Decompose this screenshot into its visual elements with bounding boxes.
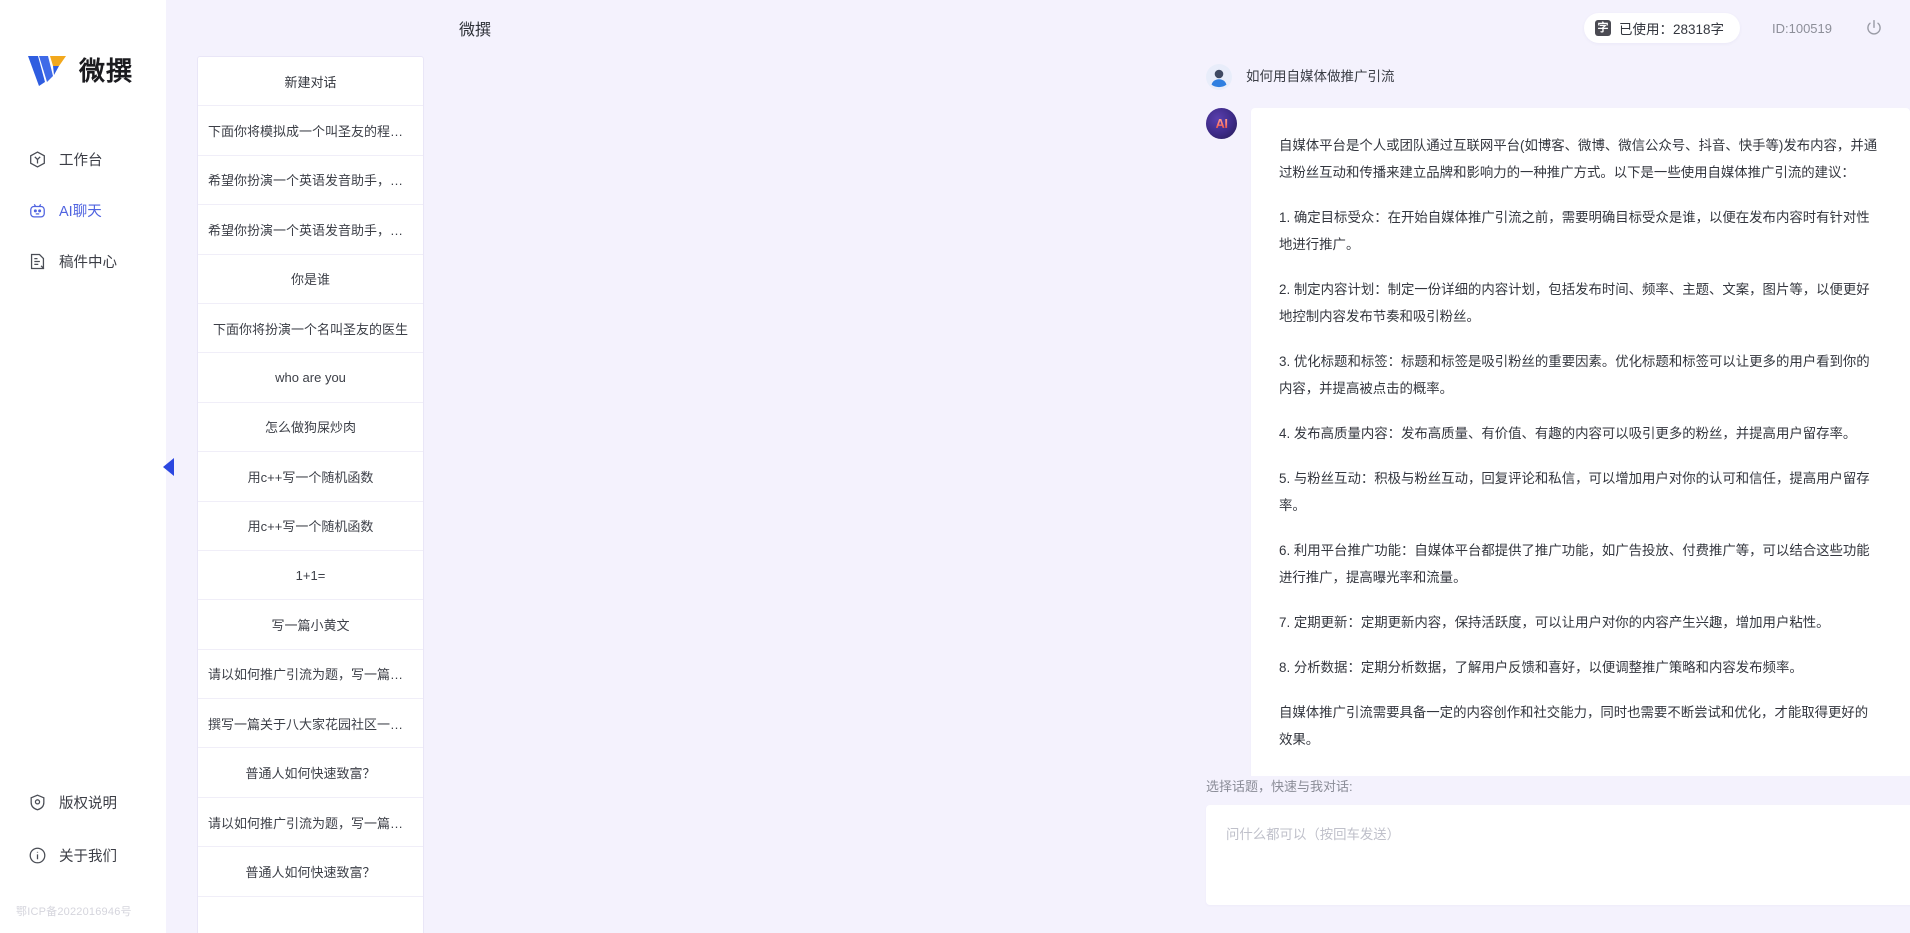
conversation-item[interactable]: 1+1= [198, 551, 423, 601]
conversation-item[interactable]: 希望你扮演一个英语发音助手，我提供给你... [198, 156, 423, 206]
conversation-item[interactable]: 请以如何推广引流为题，写一篇大纲 [198, 798, 423, 848]
conversation-title: 用c++写一个随机函数 [247, 519, 374, 535]
new-conversation-button[interactable]: 新建对话 [198, 57, 423, 107]
sidebar-item-label: 稿件中心 [59, 255, 117, 271]
conversation-item[interactable]: 用c++写一个随机函数 [198, 502, 423, 551]
app-root: 微撰 工作台 AI聊天 稿件中心 版权说明 关于我们 鄂ICP备20220169… [0, 0, 1910, 933]
sidebar-collapse-handle[interactable] [159, 455, 177, 479]
conversation-title: 撰写一篇关于八大家花园社区一刻钟便民生... [208, 716, 413, 732]
conversation-title: 你是谁 [290, 272, 330, 288]
assistant-paragraph: 5. 与粉丝互动：积极与粉丝互动，回复评论和私信，可以增加用户对你的认可和信任，… [1279, 471, 1870, 513]
shield-icon [28, 793, 47, 812]
sidebar-item-label: 版权说明 [59, 796, 117, 812]
sidebar-item-ai-chat[interactable]: AI聊天 [0, 195, 166, 226]
conversation-title: 写一篇小黄文 [271, 617, 350, 633]
conversation-item[interactable]: 怎么做狗屎炒肉 [198, 403, 423, 453]
sidebar-item-copyright[interactable]: 版权说明 [0, 787, 166, 818]
sidebar-item-label: 工作台 [59, 153, 103, 169]
sidebar-item-about-us[interactable]: 关于我们 [0, 840, 166, 871]
assistant-paragraph: 8. 分析数据：定期分析数据，了解用户反馈和喜好，以便调整推广策略和内容发布频率… [1279, 660, 1803, 675]
conversation-title: 用c++写一个随机函数 [247, 469, 374, 485]
conversation-item[interactable]: 用c++写一个随机函数 [198, 452, 423, 502]
chat-transcript: 如何用自媒体做推广引流 AI 自媒体平台是个人或团队通过互联网平台(如博客、微博… [434, 56, 1910, 776]
conversation-title: 希望你扮演一个英语发音助手，我提供给你... [208, 173, 413, 189]
user-message-text: 如何用自媒体做推广引流 [1246, 69, 1395, 84]
chat-message-user: 如何用自媒体做推广引流 [434, 64, 1910, 90]
workbench-icon [28, 150, 47, 169]
conversation-title: 下面你将扮演一个名叫圣友的医生 [212, 321, 408, 337]
icp-record: 鄂ICP备2022016946号 [16, 906, 132, 918]
conversation-title: 请以如何推广引流为题，写一篇大纲 [208, 815, 413, 831]
sidebar-item-label: 关于我们 [59, 849, 117, 865]
assistant-paragraph: 7. 定期更新：定期更新内容，保持活跃度，可以让用户对你的内容产生兴趣，增加用户… [1279, 615, 1830, 630]
assistant-paragraph: 1. 确定目标受众：在开始自媒体推广引流之前，需要明确目标受众是谁，以便在发布内… [1279, 210, 1870, 252]
assistant-paragraph: 2. 制定内容计划：制定一份详细的内容计划，包括发布时间、频率、主题、文案，图片… [1279, 282, 1870, 324]
user-id: ID:100519 [1772, 20, 1832, 36]
ai-avatar-icon: AI [1206, 108, 1237, 139]
sidebar-item-document-center[interactable]: 稿件中心 [0, 246, 166, 277]
conversation-item[interactable]: who are you [198, 353, 423, 403]
sidebar-bottom: 版权说明 关于我们 鄂ICP备2022016946号 [0, 787, 166, 933]
ai-avatar-label: AI [1215, 116, 1229, 131]
conversation-item[interactable]: 你是谁 [198, 255, 423, 304]
w-logo-icon [26, 52, 72, 90]
conversation-title: 怎么做狗屎炒肉 [264, 420, 356, 436]
composer: 选择话题，快速与我对话: [434, 776, 1910, 933]
page-title: 微撰 [459, 22, 492, 39]
usage-label: 已使用：28318字 [1618, 22, 1724, 37]
power-icon[interactable] [1864, 18, 1884, 38]
chat-message-assistant: AI 自媒体平台是个人或团队通过互联网平台(如博客、微博、微信公众号、抖音、快手… [434, 108, 1910, 776]
composer-box[interactable] [1206, 805, 1910, 905]
left-nav-rail: 微撰 工作台 AI聊天 稿件中心 版权说明 关于我们 鄂ICP备20220169… [0, 0, 166, 933]
conversation-item[interactable]: 普通人如何快速致富？ [198, 847, 423, 897]
user-avatar-icon [1206, 64, 1232, 90]
conversation-item[interactable]: 普通人如何快速致富？ [198, 748, 423, 798]
assistant-paragraph: 6. 利用平台推广功能：自媒体平台都提供了推广功能，如广告投放、付费推广等，可以… [1279, 543, 1870, 585]
chevron-left-icon [162, 458, 174, 476]
conversation-list[interactable]: 新建对话 下面你将模拟成一个叫圣友的程序员，我说... 希望你扮演一个英语发音助… [197, 56, 424, 933]
brand-name: 微撰 [79, 56, 134, 86]
conversation-item[interactable]: 请以如何推广引流为题，写一篇大纲 [198, 650, 423, 700]
conversation-title: who are you [275, 370, 346, 386]
conversation-title: 希望你扮演一个英语发音助手，我提供给你... [208, 222, 413, 238]
conversation-item[interactable]: 希望你扮演一个英语发音助手，我提供给你... [198, 205, 423, 255]
assistant-paragraph: 自媒体平台是个人或团队通过互联网平台(如博客、微博、微信公众号、抖音、快手等)发… [1279, 138, 1878, 180]
conversation-item[interactable]: 下面你将模拟成一个叫圣友的程序员，我说... [198, 106, 423, 156]
usage-badge: 字 已使用：28318字 [1583, 13, 1740, 43]
ai-chat-icon [28, 201, 47, 220]
sidebar-nav: 工作台 AI聊天 稿件中心 [0, 144, 166, 277]
chat-input[interactable] [1206, 805, 1910, 905]
assistant-paragraph: 4. 发布高质量内容：发布高质量、有价值、有趣的内容可以吸引更多的粉丝，并提高用… [1279, 426, 1857, 441]
info-icon [28, 846, 47, 865]
conversation-item[interactable]: 撰写一篇关于八大家花园社区一刻钟便民生... [198, 699, 423, 749]
document-center-icon [28, 252, 47, 271]
assistant-message-bubble: 自媒体平台是个人或团队通过互联网平台(如博客、微博、微信公众号、抖音、快手等)发… [1251, 108, 1910, 776]
brand: 微撰 [0, 0, 166, 104]
conversation-title: 普通人如何快速致富？ [245, 766, 376, 782]
conversation-list-column: 新建对话 下面你将模拟成一个叫圣友的程序员，我说... 希望你扮演一个英语发音助… [166, 0, 434, 933]
main-area: 微撰 字 已使用：28318字 ID:100519 如何用自媒体做推广引流 AI… [434, 0, 1910, 933]
sidebar-item-workbench[interactable]: 工作台 [0, 144, 166, 175]
conversation-item[interactable]: 下面你将扮演一个名叫圣友的医生 [198, 304, 423, 354]
conversation-title: 下面你将模拟成一个叫圣友的程序员，我说... [208, 124, 413, 140]
top-bar-right: 字 已使用：28318字 ID:100519 [1583, 13, 1884, 43]
new-conversation-label: 新建对话 [284, 74, 337, 90]
conversation-item[interactable]: 写一篇小黄文 [198, 600, 423, 650]
top-bar: 微撰 字 已使用：28318字 ID:100519 [434, 0, 1910, 56]
conversation-title: 1+1= [295, 567, 326, 583]
assistant-paragraph: 自媒体推广引流需要具备一定的内容创作和社交能力，同时也需要不断尝试和优化，才能取… [1279, 705, 1869, 747]
word-count-icon: 字 [1594, 20, 1611, 36]
sidebar-item-label: AI聊天 [59, 204, 102, 220]
conversation-title: 请以如何推广引流为题，写一篇大纲 [208, 667, 413, 683]
composer-label: 选择话题，快速与我对话: [1206, 779, 1353, 794]
conversation-title: 普通人如何快速致富？ [245, 864, 376, 880]
assistant-paragraph: 3. 优化标题和标签：标题和标签是吸引粉丝的重要因素。优化标题和标签可以让更多的… [1279, 354, 1870, 396]
